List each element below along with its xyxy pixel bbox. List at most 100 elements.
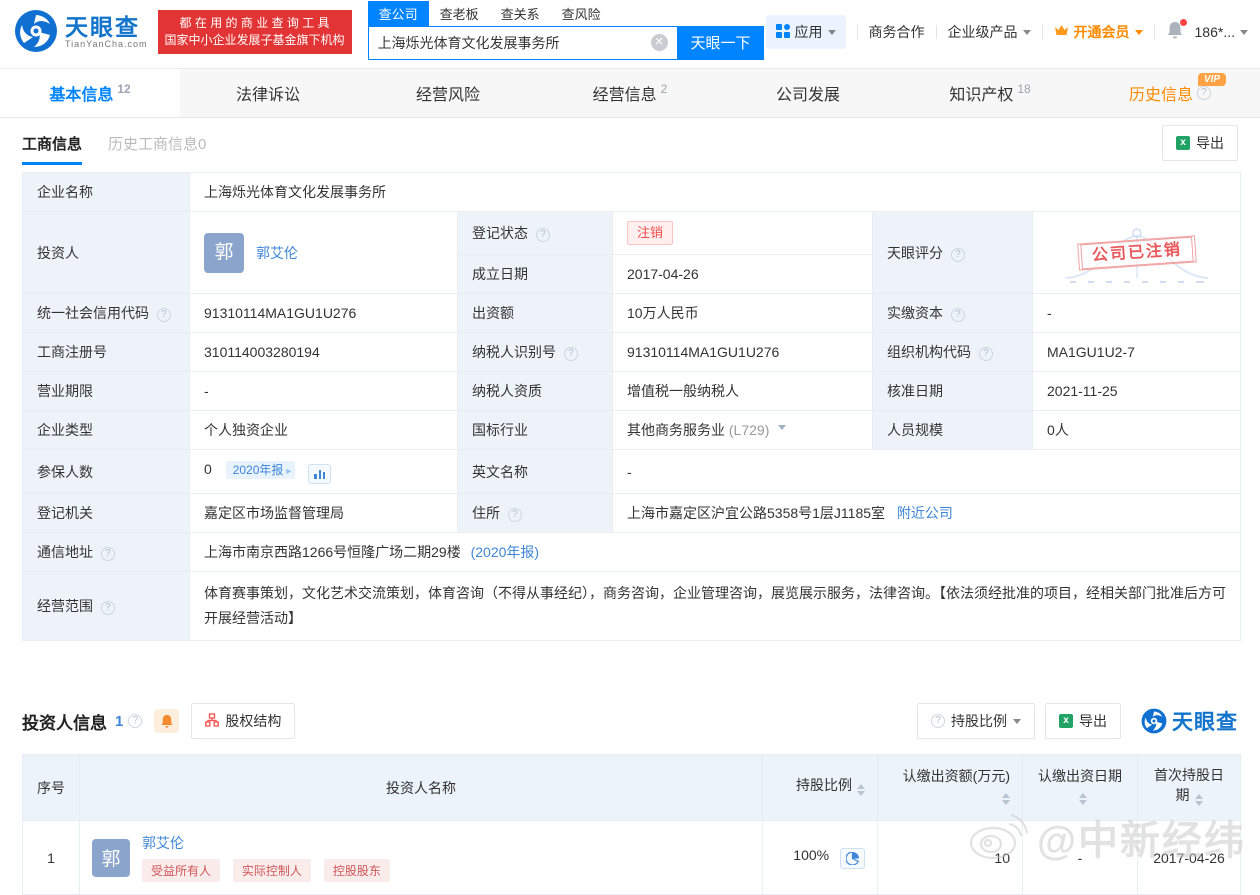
taxpayer-id-value: 91310114MA1GU1U276: [612, 332, 873, 372]
establish-date-label: 成立日期: [457, 254, 613, 294]
company-tab-bar: 基本信息 12 法律诉讼 经营风险 经营信息 2 公司发展 知识产权 18 VIP 历…: [0, 68, 1260, 118]
tab-company-development[interactable]: 公司发展: [720, 69, 900, 117]
search-box: [367, 25, 678, 60]
help-icon[interactable]: [950, 308, 965, 322]
help-icon[interactable]: [100, 601, 115, 615]
sort-icon[interactable]: [1002, 789, 1010, 809]
promo-line2: 国家中小企业发展子基金旗下机构: [164, 33, 345, 47]
search-tab-company[interactable]: 查公司: [367, 0, 429, 26]
subtab-history-business-info[interactable]: 历史工商信息0: [108, 133, 206, 154]
nav-enterprise-products[interactable]: 企业级产品: [948, 22, 1031, 42]
clear-search-icon[interactable]: [650, 34, 668, 51]
insured-value-cell: 0 2020年报: [189, 449, 458, 494]
tianyancha-logo[interactable]: 天眼查 TianYanCha.com: [14, 9, 148, 56]
sort-icon[interactable]: [1194, 790, 1203, 810]
user-account[interactable]: 186*...: [1195, 24, 1248, 40]
help-icon[interactable]: [535, 228, 550, 242]
tab-operation-info[interactable]: 经营信息 2: [540, 69, 720, 117]
search-tab-boss[interactable]: 查老板: [429, 1, 490, 26]
notification-dot: [1179, 19, 1187, 26]
avatar[interactable]: 郭: [204, 232, 244, 273]
help-icon[interactable]: [100, 547, 115, 561]
investor-name-link[interactable]: 郭艾伦: [142, 835, 184, 851]
chevron-down-icon: [1013, 718, 1021, 728]
business-info-table: 企业名称 上海烁光体育文化发展事务所 投资人 郭 郭艾伦 登记状态 注销 天眼评…: [22, 172, 1242, 641]
tab-legal-litigation[interactable]: 法律诉讼: [180, 69, 360, 117]
paid-capital-label: 实缴资本: [872, 293, 1033, 333]
sort-icon[interactable]: [857, 780, 865, 800]
export-investors-button[interactable]: 导出: [1045, 703, 1121, 739]
col-subscribe-date[interactable]: 认缴出资日期: [1022, 754, 1138, 821]
credit-code-label: 统一社会信用代码: [22, 293, 190, 333]
industry-value[interactable]: 其他商务服务业 (L729): [612, 410, 873, 450]
header-nav: 应用 商务合作 企业级产品 开通会员 186*...: [765, 15, 1248, 49]
help-icon[interactable]: [156, 308, 171, 322]
top-header: 天眼查 TianYanCha.com 都 在 用 的 商 业 查 询 工 具 国…: [0, 0, 1260, 60]
promo-line1: 都 在 用 的 商 业 查 询 工 具: [179, 16, 330, 30]
reg-number-label: 工商注册号: [22, 332, 190, 372]
annual-report-link[interactable]: (2020年报): [471, 544, 539, 560]
search-tab-risk[interactable]: 查风险: [551, 1, 612, 26]
equity-structure-button[interactable]: 股权结构: [191, 703, 296, 739]
monitor-bell-icon[interactable]: [154, 709, 180, 733]
col-first-date[interactable]: 首次持股日期: [1137, 754, 1241, 821]
investor-label: 投资人: [22, 211, 190, 294]
nav-open-vip[interactable]: 开通会员: [1054, 22, 1143, 42]
avatar[interactable]: 郭: [92, 838, 130, 877]
staff-size-label: 人员规模: [872, 410, 1033, 450]
chevron-down-icon[interactable]: [778, 425, 787, 434]
help-icon[interactable]: [950, 247, 965, 262]
business-scope-label: 经营范围: [22, 571, 190, 641]
trend-chart-icon[interactable]: [308, 464, 332, 484]
help-icon: [1197, 86, 1211, 100]
pie-chart-icon[interactable]: [840, 847, 865, 869]
row-amount: 10: [877, 820, 1023, 895]
subtab-business-info[interactable]: 工商信息: [22, 133, 83, 165]
nav-business-cooperation[interactable]: 商务合作: [869, 22, 925, 42]
investors-table: 序号 投资人名称 持股比例 认缴出资额(万元) 认缴出资日期 首次持股日期 1 …: [22, 754, 1241, 895]
chevron-down-icon: [1240, 29, 1248, 39]
apps-grid-icon: [775, 23, 790, 41]
help-icon[interactable]: [978, 347, 993, 361]
help-icon[interactable]: [128, 714, 143, 728]
row-first-date: 2017-04-26: [1137, 820, 1241, 895]
approval-date-label: 核准日期: [872, 371, 1033, 411]
business-term-label: 营业期限: [22, 371, 190, 411]
tag-actual-controller: 实际控制人: [232, 859, 311, 882]
investor-name-link[interactable]: 郭艾伦: [256, 243, 298, 263]
status-badge: 注销: [627, 221, 674, 245]
search-tab-relation[interactable]: 查关系: [490, 1, 551, 26]
tab-intellectual-property[interactable]: 知识产权 18: [900, 69, 1080, 117]
company-type-value: 个人独资企业: [189, 410, 458, 450]
mailing-address-label: 通信地址: [22, 532, 190, 572]
help-icon[interactable]: [563, 347, 578, 361]
tab-operation-risk[interactable]: 经营风险: [360, 69, 540, 117]
nav-apps[interactable]: 应用: [765, 15, 846, 49]
holding-ratio-button[interactable]: 持股比例: [917, 703, 1035, 739]
promo-banner: 都 在 用 的 商 业 查 询 工 具 国家中小企业发展子基金旗下机构: [157, 10, 352, 54]
help-icon[interactable]: [507, 508, 522, 522]
export-button[interactable]: 导出: [1162, 125, 1238, 161]
tab-basic-info[interactable]: 基本信息 12: [0, 69, 180, 117]
mailing-address-value-cell: 上海市南京西路1266号恒隆广场二期29楼 (2020年报): [188, 532, 1242, 572]
approval-date-value: 2021-11-25: [1031, 371, 1242, 411]
chevron-down-icon: [1134, 29, 1143, 39]
col-amount[interactable]: 认缴出资额(万元): [877, 754, 1023, 821]
col-ratio[interactable]: 持股比例: [762, 754, 878, 821]
divider: [856, 25, 858, 39]
notification-bell-icon[interactable]: [1166, 19, 1187, 43]
row-index: 1: [22, 820, 80, 895]
excel-icon: [1176, 136, 1190, 150]
sort-icon[interactable]: [1078, 789, 1087, 809]
col-index: 序号: [22, 754, 80, 821]
annual-report-badge[interactable]: 2020年报: [225, 461, 296, 479]
logo-name: 天眼查: [65, 14, 140, 40]
english-name-value: -: [611, 449, 1242, 494]
company-name-label: 企业名称: [22, 172, 190, 212]
search-input[interactable]: [377, 34, 651, 51]
contribution-label: 出资额: [457, 293, 613, 333]
taxpayer-quality-label: 纳税人资质: [457, 371, 613, 411]
tab-history-info[interactable]: VIP 历史信息: [1080, 69, 1260, 117]
search-button[interactable]: 天眼一下: [677, 25, 764, 60]
nearby-companies-link[interactable]: 附近公司: [897, 505, 953, 521]
